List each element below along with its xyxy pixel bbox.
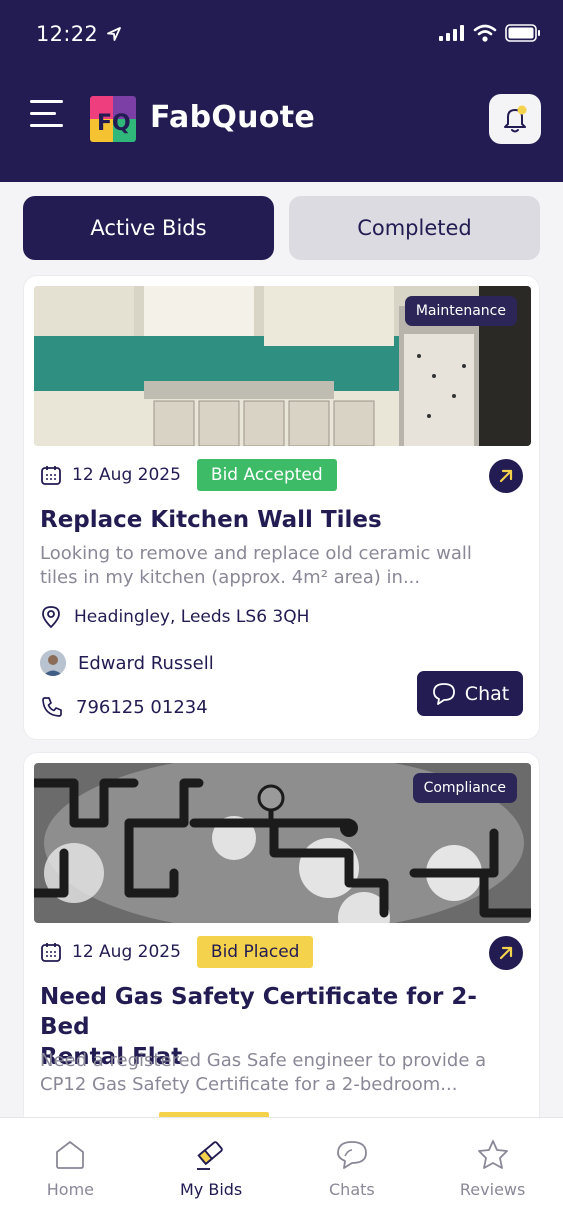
status-time-text: 12:22	[36, 22, 99, 46]
arrow-up-right-icon	[499, 946, 513, 960]
date-row: 12 Aug 2025 Bid Accepted	[40, 458, 337, 492]
home-icon	[56, 1141, 85, 1169]
nav-my-bids-label: My Bids	[179, 1180, 243, 1199]
wifi-icon	[473, 24, 497, 42]
customer-row: Edward Russell	[40, 650, 214, 676]
phone-row: 796125 01234	[40, 695, 208, 719]
customer-name: Edward Russell	[78, 652, 214, 674]
open-bid-button[interactable]	[489, 459, 523, 493]
logo-letters: FQ	[97, 111, 131, 136]
bid-date: 12 Aug 2025	[72, 465, 181, 485]
signal-icon	[439, 25, 464, 41]
tab-active-bids[interactable]: Active Bids	[23, 196, 274, 260]
status-icons	[439, 24, 541, 42]
tab-completed[interactable]: Completed	[289, 196, 540, 260]
customer-phone[interactable]: 796125 01234	[76, 697, 208, 718]
calendar-icon	[41, 943, 61, 962]
reviews-icon	[477, 1140, 508, 1169]
status-badge: Bid Placed	[196, 936, 314, 968]
nav-chats[interactable]: Chats	[282, 1118, 423, 1218]
category-badge: Maintenance	[404, 296, 517, 326]
bid-card[interactable]: Compliance 12 Aug 2025 Bid Placed Need G…	[23, 752, 540, 1172]
bid-description-line: CP12 Gas Safety Certificate for a 2-bedr…	[40, 1074, 458, 1095]
nav-home[interactable]: Home	[0, 1118, 141, 1218]
app-header: 12:22 FQ FabQuote	[0, 0, 563, 182]
chats-icon	[336, 1141, 367, 1169]
date-row: 12 Aug 2025 Bid Placed	[40, 935, 314, 969]
chat-button[interactable]: Chat	[417, 671, 523, 716]
nav-home-label: Home	[46, 1180, 94, 1199]
bid-description-line: Need a registered Gas Safe engineer to p…	[40, 1050, 487, 1071]
notifications-button[interactable]	[489, 94, 541, 144]
status-bar-time: 12:22	[36, 22, 122, 46]
nav-chats-label: Chats	[329, 1180, 375, 1199]
arrow-up-right-icon	[499, 469, 513, 483]
nav-reviews-label: Reviews	[459, 1180, 526, 1199]
menu-button[interactable]	[30, 100, 64, 134]
chat-icon	[432, 682, 455, 705]
bid-location: Headingley, Leeds LS6 3QH	[74, 607, 310, 627]
battery-icon	[505, 24, 540, 42]
bid-description-line: tiles in my kitchen (approx. 4m² area) i…	[40, 567, 421, 588]
category-badge: Compliance	[412, 773, 517, 803]
bid-description: Looking to remove and replace old cerami…	[40, 542, 530, 590]
nav-my-bids[interactable]: My Bids	[141, 1118, 282, 1218]
status-badge: Bid Accepted	[196, 459, 337, 491]
nav-reviews[interactable]: Reviews	[422, 1118, 563, 1218]
open-bid-button[interactable]	[489, 936, 523, 970]
bell-icon	[504, 105, 527, 133]
app-name: FabQuote	[150, 100, 316, 135]
phone-icon	[42, 697, 62, 717]
location-arrow-icon	[107, 27, 121, 41]
location-row: Headingley, Leeds LS6 3QH	[40, 605, 309, 629]
logo-icon: FQ	[90, 96, 136, 142]
bid-title-line: Need Gas Safety Certificate for 2-Bed	[40, 984, 477, 1040]
bid-description: Need a registered Gas Safe engineer to p…	[40, 1049, 530, 1097]
location-pin-icon	[42, 606, 60, 629]
bid-title: Replace Kitchen Wall Tiles	[40, 507, 382, 533]
bids-icon	[197, 1141, 223, 1170]
bid-card[interactable]: Maintenance 12 Aug 2025 Bid Accepted Rep…	[23, 275, 540, 740]
bid-date: 12 Aug 2025	[72, 942, 181, 962]
calendar-icon	[41, 466, 61, 485]
bottom-nav: Home My Bids Chats Reviews	[0, 1117, 563, 1218]
bid-tabs: Active Bids Completed	[23, 196, 540, 260]
bid-description-line: Looking to remove and replace old cerami…	[40, 543, 472, 564]
avatar	[40, 650, 66, 676]
chat-button-label: Chat	[464, 682, 510, 705]
